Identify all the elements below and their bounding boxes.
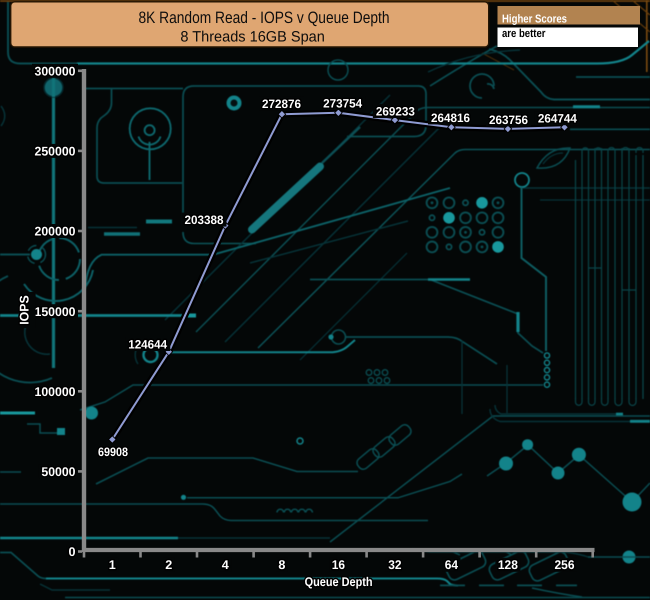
- svg-text:2: 2: [165, 558, 172, 572]
- svg-text:Queue Depth: Queue Depth: [305, 575, 373, 589]
- svg-text:273754: 273754: [323, 97, 362, 111]
- svg-text:124644: 124644: [128, 338, 167, 352]
- svg-text:4: 4: [222, 558, 229, 572]
- svg-text:256: 256: [555, 558, 575, 572]
- svg-text:100000: 100000: [35, 385, 76, 399]
- svg-text:8K Random Read - IOPS v Queue: 8K Random Read - IOPS v Queue Depth: [139, 9, 390, 27]
- svg-text:50000: 50000: [41, 465, 75, 479]
- svg-text:69908: 69908: [98, 445, 128, 459]
- svg-text:32: 32: [388, 558, 401, 572]
- svg-text:269233: 269233: [376, 105, 415, 119]
- svg-text:264744: 264744: [538, 112, 577, 126]
- svg-text:8 Threads 16GB Span: 8 Threads 16GB Span: [180, 28, 325, 45]
- svg-text:203388: 203388: [185, 213, 224, 227]
- svg-text:272876: 272876: [262, 97, 301, 111]
- svg-text:200000: 200000: [35, 225, 76, 239]
- svg-text:263756: 263756: [489, 113, 528, 127]
- svg-text:1: 1: [109, 558, 116, 572]
- svg-text:Higher Scores: Higher Scores: [502, 13, 567, 25]
- svg-text:64: 64: [445, 558, 458, 572]
- svg-text:are better: are better: [502, 28, 546, 40]
- svg-text:0: 0: [68, 545, 75, 559]
- svg-text:264816: 264816: [431, 111, 470, 125]
- svg-text:300000: 300000: [35, 64, 76, 78]
- svg-text:16: 16: [332, 558, 345, 572]
- svg-text:128: 128: [498, 558, 518, 572]
- svg-text:8: 8: [278, 558, 285, 572]
- svg-text:IOPS: IOPS: [18, 295, 32, 325]
- svg-text:250000: 250000: [35, 145, 76, 159]
- svg-text:150000: 150000: [35, 305, 76, 319]
